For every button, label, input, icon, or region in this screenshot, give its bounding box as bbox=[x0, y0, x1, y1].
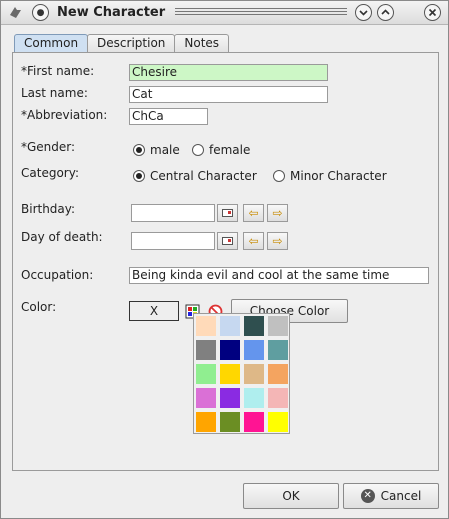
chevron-up-icon[interactable] bbox=[377, 4, 394, 21]
gender-label: *Gender: bbox=[21, 140, 76, 154]
birthday-calendar-button[interactable] bbox=[217, 204, 238, 222]
death-next-button[interactable]: ⇨ bbox=[267, 232, 288, 250]
tab-common[interactable]: Common bbox=[14, 34, 89, 53]
occupation-field[interactable]: Being kinda evil and cool at the same ti… bbox=[129, 267, 429, 284]
tab-description[interactable]: Description bbox=[87, 34, 176, 52]
birthday-label: Birthday: bbox=[21, 202, 76, 216]
cancel-icon: ✕ bbox=[360, 489, 375, 503]
color-preview[interactable]: X bbox=[129, 301, 179, 321]
birthday-next-button[interactable]: ⇨ bbox=[267, 204, 288, 222]
radio-selected-indicator bbox=[133, 170, 145, 182]
color-swatch[interactable] bbox=[244, 364, 264, 384]
arrow-left-icon: ⇦ bbox=[248, 206, 259, 220]
category-minor-radio[interactable]: Minor Character bbox=[273, 169, 387, 183]
birthday-prev-button[interactable]: ⇦ bbox=[243, 204, 264, 222]
death-prev-button[interactable]: ⇦ bbox=[243, 232, 264, 250]
color-swatch[interactable] bbox=[220, 316, 240, 336]
color-swatch[interactable] bbox=[220, 412, 240, 432]
color-swatch[interactable] bbox=[244, 340, 264, 360]
death-calendar-button[interactable] bbox=[217, 232, 238, 250]
color-swatch[interactable] bbox=[220, 340, 240, 360]
first-name-field[interactable]: Chesire bbox=[129, 64, 328, 81]
color-swatch[interactable] bbox=[196, 316, 216, 336]
abbreviation-label: *Abbreviation: bbox=[21, 108, 108, 122]
color-swatch[interactable] bbox=[268, 340, 288, 360]
color-swatch[interactable] bbox=[220, 388, 240, 408]
close-icon[interactable] bbox=[424, 4, 441, 21]
calendar-icon bbox=[222, 237, 233, 245]
category-central-radio[interactable]: Central Character bbox=[133, 169, 257, 183]
gender-female-radio[interactable]: female bbox=[192, 143, 250, 157]
arrow-right-icon: ⇨ bbox=[272, 206, 283, 220]
gender-male-label: male bbox=[150, 143, 180, 157]
arrow-left-icon: ⇦ bbox=[248, 234, 259, 248]
new-character-dialog: ● New Character Common Description Notes… bbox=[0, 0, 449, 519]
tab-notes[interactable]: Notes bbox=[174, 34, 230, 52]
first-name-label: *First name: bbox=[21, 64, 95, 78]
title-bar[interactable]: ● New Character bbox=[1, 1, 448, 25]
birthday-field[interactable] bbox=[131, 204, 215, 222]
ok-button[interactable]: OK bbox=[243, 483, 339, 509]
color-swatch[interactable] bbox=[196, 364, 216, 384]
color-swatch[interactable] bbox=[268, 412, 288, 432]
category-central-label: Central Character bbox=[150, 169, 257, 183]
gender-male-radio[interactable]: male bbox=[133, 143, 180, 157]
arrow-right-icon: ⇨ bbox=[272, 234, 283, 248]
color-swatch[interactable] bbox=[268, 388, 288, 408]
color-swatch[interactable] bbox=[268, 316, 288, 336]
cancel-button[interactable]: ✕ Cancel bbox=[343, 483, 439, 509]
title-bar-grip bbox=[175, 8, 347, 17]
category-label: Category: bbox=[21, 166, 79, 180]
last-name-field[interactable]: Cat bbox=[129, 86, 328, 103]
pin-icon[interactable]: ● bbox=[32, 4, 49, 21]
window-title: New Character bbox=[57, 5, 166, 20]
radio-unselected-indicator bbox=[192, 144, 204, 156]
last-name-label: Last name: bbox=[21, 86, 88, 100]
death-label: Day of death: bbox=[21, 230, 103, 244]
ok-label: OK bbox=[282, 489, 300, 503]
color-swatch[interactable] bbox=[196, 388, 216, 408]
color-swatch[interactable] bbox=[244, 388, 264, 408]
tab-bar: Common Description Notes bbox=[14, 34, 230, 53]
occupation-label: Occupation: bbox=[21, 268, 94, 282]
color-label: Color: bbox=[21, 300, 57, 314]
color-swatch[interactable] bbox=[244, 412, 264, 432]
color-swatch[interactable] bbox=[244, 316, 264, 336]
category-minor-label: Minor Character bbox=[290, 169, 387, 183]
color-palette-popup bbox=[193, 313, 290, 434]
chevron-down-icon[interactable] bbox=[355, 4, 372, 21]
abbreviation-field[interactable]: ChCa bbox=[129, 108, 208, 125]
radio-selected-indicator bbox=[133, 144, 145, 156]
gender-female-label: female bbox=[209, 143, 251, 157]
calendar-icon bbox=[222, 209, 233, 217]
death-field[interactable] bbox=[131, 232, 215, 250]
color-swatch[interactable] bbox=[196, 340, 216, 360]
color-swatch[interactable] bbox=[268, 364, 288, 384]
cancel-label: Cancel bbox=[380, 489, 422, 503]
window-menu-icon[interactable] bbox=[7, 4, 24, 21]
color-swatch[interactable] bbox=[220, 364, 240, 384]
radio-unselected-indicator bbox=[273, 170, 285, 182]
color-swatch[interactable] bbox=[196, 412, 216, 432]
